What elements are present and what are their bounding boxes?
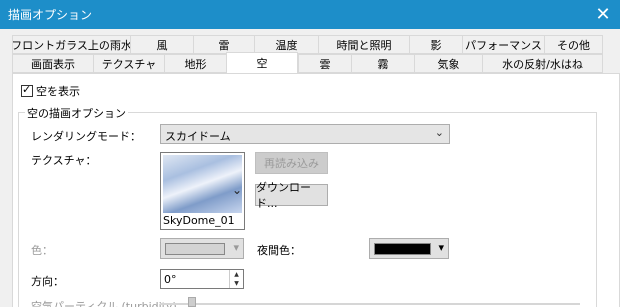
dropdown-arrow-icon: ▾ <box>438 241 444 254</box>
chevron-down-icon[interactable]: ⌄ <box>232 183 242 197</box>
group-title: 空の描画オプション <box>25 105 128 121</box>
slider-thumb[interactable] <box>188 297 196 307</box>
texture-name: SkyDome_01 <box>163 214 235 227</box>
night-color-picker[interactable]: ▾ <box>369 238 449 259</box>
color-swatch <box>165 243 225 255</box>
tab-texture[interactable]: テクスチャ <box>93 54 164 73</box>
tab-clouds[interactable]: 雲 <box>298 54 351 73</box>
tab-other[interactable]: その他 <box>544 35 603 54</box>
night-color-swatch <box>374 243 431 255</box>
tab-fog[interactable]: 霧 <box>351 54 414 73</box>
chevron-down-icon: ⌄ <box>434 126 444 139</box>
texture-preview <box>163 155 242 213</box>
tab-row-1: フロントガラス上の雨水 風 雷 温度 時間と照明 影 パフォーマンス その他 <box>12 35 603 54</box>
show-sky-checkbox[interactable] <box>21 83 33 97</box>
slider-track <box>160 303 580 305</box>
window-title: 描画オプション <box>8 8 93 22</box>
show-sky-label: 空を表示 <box>36 85 80 98</box>
color-picker[interactable]: ▾ <box>160 238 244 259</box>
rendering-mode-value: スカイドーム <box>165 130 231 143</box>
direction-label: 方向： <box>31 275 64 288</box>
tab-terrain[interactable]: 地形 <box>164 54 226 73</box>
night-color-label: 夜間色： <box>257 244 301 257</box>
tab-shadow[interactable]: 影 <box>409 35 462 54</box>
rendering-mode-dropdown[interactable]: スカイドーム ⌄ <box>160 124 450 144</box>
tab-display[interactable]: 画面表示 <box>12 54 93 73</box>
reload-button[interactable]: 再読み込み <box>255 152 328 174</box>
particle-label: 空気パーティクル (turbidity) <box>31 300 177 307</box>
tab-sky[interactable]: 空 <box>226 52 298 73</box>
show-sky-row[interactable]: 空を表示 <box>21 83 80 99</box>
particle-slider[interactable] <box>160 297 580 307</box>
spin-down-icon[interactable]: ▼ <box>230 279 243 288</box>
color-label: 色： <box>31 244 53 257</box>
direction-value: 0° <box>164 273 177 286</box>
title-bar: 描画オプション ✕ <box>0 0 620 29</box>
rendering-mode-label: レンダリングモード： <box>31 130 141 143</box>
tab-row-2: 画面表示 テクスチャ 地形 空 雲 霧 気象 水の反射/水はね <box>12 52 603 73</box>
spin-buttons: ▲ ▼ <box>229 270 243 288</box>
tab-water-reflection[interactable]: 水の反射/水はね <box>482 54 603 73</box>
close-icon[interactable]: ✕ <box>586 0 620 29</box>
tab-weather[interactable]: 気象 <box>414 54 482 73</box>
download-button[interactable]: ダウンロード... <box>255 181 328 210</box>
tab-wind[interactable]: 風 <box>130 35 193 54</box>
direction-spinner[interactable]: 0° ▲ ▼ <box>160 269 244 289</box>
spin-up-icon[interactable]: ▲ <box>230 270 243 279</box>
tab-windshield-rain[interactable]: フロントガラス上の雨水 <box>12 35 130 54</box>
tab-time-lighting[interactable]: 時間と照明 <box>318 35 409 54</box>
texture-label: テクスチャ： <box>31 154 97 167</box>
dropdown-arrow-icon: ▾ <box>233 241 239 254</box>
tab-performance[interactable]: パフォーマンス <box>462 35 544 54</box>
